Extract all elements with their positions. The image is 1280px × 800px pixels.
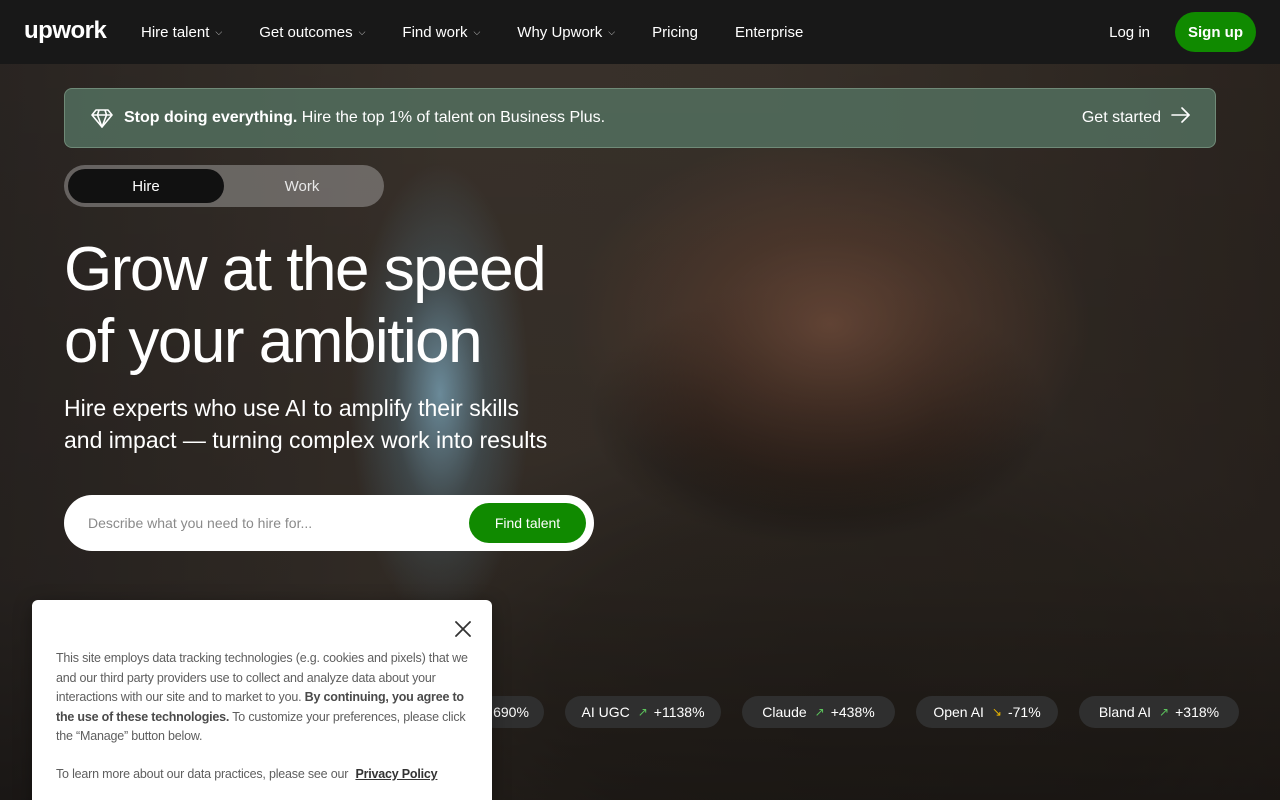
close-icon[interactable] — [452, 618, 474, 640]
nav-pricing[interactable]: Pricing — [652, 24, 698, 41]
promo-regular-text: Hire the top 1% of talent on Business Pl… — [297, 109, 606, 126]
nav-item-label: Why Upwork — [517, 23, 603, 41]
trend-down-icon: ↘ — [991, 705, 1002, 719]
main-nav: Hire talent ⌵ Get outcomes ⌵ Find work ⌵… — [141, 0, 840, 64]
trend-up-icon: ↗ — [637, 705, 648, 719]
hero-title-line2: of your ambition — [64, 307, 483, 376]
chevron-down-icon: ⌵ — [473, 26, 481, 37]
promo-text: Stop doing everything. Hire the top 1% o… — [124, 109, 605, 127]
privacy-policy-link[interactable]: Privacy Policy — [355, 767, 437, 781]
chevron-down-icon: ⌵ — [358, 26, 366, 37]
hero-title-line1: Grow at the speed — [64, 235, 547, 304]
trend-chip[interactable]: Claude ↗ +438% — [742, 696, 895, 728]
find-talent-button[interactable]: Find talent — [469, 503, 586, 543]
hire-work-toggle: Hire Work — [64, 165, 384, 207]
nav-item-label: Find work — [402, 23, 468, 41]
nav-get-outcomes[interactable]: Get outcomes ⌵ — [259, 24, 365, 41]
trend-change: +318% — [1175, 704, 1220, 720]
privacy-lead-text: To learn more about our data practices, … — [56, 767, 349, 781]
trend-change: -71% — [1007, 704, 1041, 720]
nav-item-label: Get outcomes — [259, 23, 353, 41]
nav-item-label: Pricing — [652, 23, 698, 41]
toggle-work[interactable]: Work — [224, 169, 380, 203]
upwork-logo[interactable]: upwork — [24, 17, 107, 45]
talent-search-input[interactable] — [88, 495, 458, 551]
get-started-link[interactable]: Get started — [1082, 107, 1191, 128]
nav-enterprise[interactable]: Enterprise — [735, 24, 803, 41]
trend-name: AI UGC — [581, 704, 630, 720]
trend-chip[interactable]: AI UGC ↗ +1138% — [565, 696, 721, 728]
trend-up-icon: ↗ — [814, 705, 825, 719]
talent-search-bar: Find talent — [64, 495, 594, 551]
top-navbar: upwork Hire talent ⌵ Get outcomes ⌵ Find… — [0, 0, 1280, 64]
toggle-hire[interactable]: Hire — [68, 169, 224, 203]
hero-subtitle: Hire experts who use AI to amplify their… — [64, 392, 624, 456]
trend-change: +1138% — [653, 704, 705, 720]
promo-banner[interactable]: Stop doing everything. Hire the top 1% o… — [64, 88, 1216, 148]
hero-subtitle-line2: and impact — turning complex work into r… — [64, 427, 548, 453]
nav-actions: Log in Sign up — [1109, 12, 1256, 52]
trend-name: Claude — [762, 704, 807, 720]
cookie-consent-dialog: This site employs data tracking technolo… — [32, 600, 492, 800]
cookie-privacy-line: To learn more about our data practices, … — [56, 767, 438, 781]
signup-button[interactable]: Sign up — [1175, 12, 1256, 52]
nav-item-label: Enterprise — [734, 23, 804, 41]
arrow-right-icon — [1161, 107, 1191, 128]
trend-chip[interactable]: Bland AI ↗ +318% — [1079, 696, 1239, 728]
get-started-label: Get started — [1081, 108, 1161, 126]
trend-chip[interactable]: Open AI ↘ -71% — [916, 696, 1058, 728]
diamond-icon — [91, 107, 113, 129]
hero-title: Grow at the speed of your ambition — [64, 234, 684, 378]
cookie-notice-text: This site employs data tracking technolo… — [56, 649, 470, 747]
trend-change: 690% — [493, 704, 529, 720]
promo-bold-text: Stop doing everything. — [124, 109, 298, 126]
trend-up-icon: ↗ — [1159, 705, 1170, 719]
trend-name: Open AI — [933, 704, 984, 720]
chevron-down-icon: ⌵ — [215, 26, 223, 37]
nav-hire-talent[interactable]: Hire talent ⌵ — [141, 24, 222, 41]
chevron-down-icon: ⌵ — [608, 26, 616, 37]
hero-subtitle-line1: Hire experts who use AI to amplify their… — [64, 395, 520, 421]
nav-why-upwork[interactable]: Why Upwork ⌵ — [517, 24, 615, 41]
trend-change: +438% — [830, 704, 875, 720]
nav-item-label: Hire talent — [141, 23, 210, 41]
nav-find-work[interactable]: Find work ⌵ — [402, 24, 480, 41]
trend-name: Bland AI — [1098, 704, 1152, 720]
login-link[interactable]: Log in — [1109, 24, 1150, 41]
